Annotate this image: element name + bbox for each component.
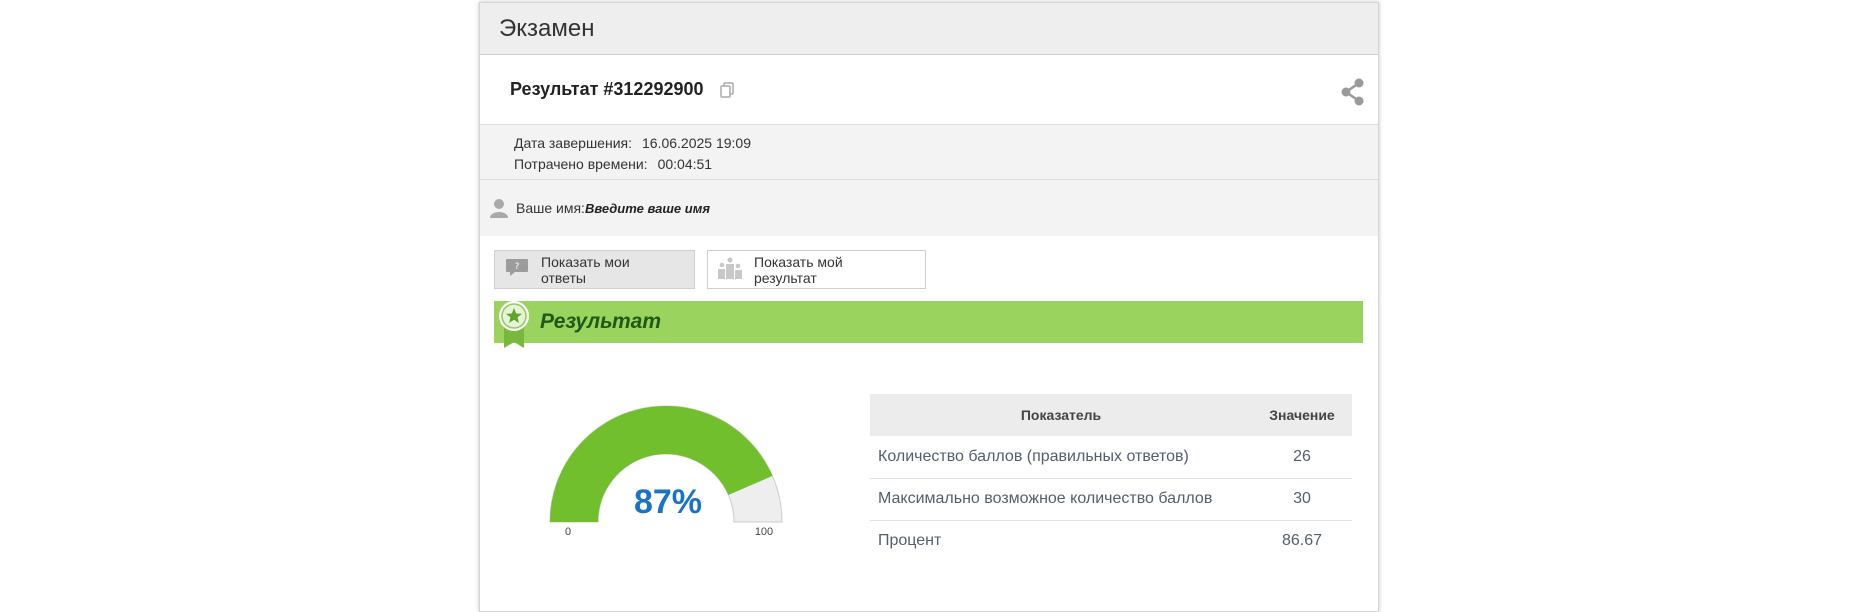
show-answers-label: Показать мои ответы bbox=[541, 253, 630, 286]
finished-label: Дата завершения: bbox=[514, 135, 632, 151]
gauge-percent-label: 87% bbox=[634, 483, 702, 521]
table-header-value: Значение bbox=[1252, 394, 1352, 436]
table-cell-value: 30 bbox=[1252, 478, 1352, 521]
share-icon[interactable] bbox=[1340, 78, 1366, 106]
finished-line: Дата завершения: 16.06.2025 19:09 bbox=[514, 133, 1378, 154]
name-row: Ваше имя: Введите ваше имя bbox=[480, 180, 1378, 236]
award-ribbon-icon bbox=[498, 300, 530, 354]
score-table: Показатель Значение Количество баллов (п… bbox=[870, 394, 1352, 562]
time-label: Потрачено времени: bbox=[514, 156, 648, 172]
svg-text:?: ? bbox=[515, 262, 520, 272]
score-gauge: 87% 0 100 bbox=[549, 405, 783, 538]
time-line: Потрачено времени: 00:04:51 bbox=[514, 154, 1378, 175]
person-icon bbox=[490, 198, 508, 218]
table-cell-indicator: Процент bbox=[878, 532, 942, 550]
table-row: Количество баллов (правильных ответов) 2… bbox=[870, 436, 1352, 479]
copy-icon[interactable] bbox=[719, 81, 734, 98]
gauge-max-label: 100 bbox=[755, 526, 773, 538]
banner-title: Результат bbox=[540, 310, 662, 333]
table-row: Максимально возможное количество баллов … bbox=[870, 478, 1352, 521]
time-value: 00:04:51 bbox=[657, 156, 713, 172]
panel-header: Экзамен bbox=[480, 3, 1378, 55]
table-cell-value: 86.67 bbox=[1281, 532, 1323, 550]
show-result-button[interactable]: Показать мой результат bbox=[707, 250, 926, 289]
exam-panel: Экзамен Результат #312292900 Дата заверш… bbox=[479, 2, 1379, 612]
question-bubble-icon: ? bbox=[505, 258, 529, 281]
name-input[interactable]: Введите ваше имя bbox=[585, 201, 710, 216]
table-cell-value: 26 bbox=[1252, 436, 1352, 479]
table-row: Процент 86.67 bbox=[870, 520, 1352, 562]
podium-icon bbox=[718, 257, 742, 282]
table-header-row: Показатель Значение bbox=[870, 394, 1352, 436]
result-id: Результат #312292900 bbox=[510, 79, 704, 99]
gauge-min-label: 0 bbox=[565, 526, 571, 538]
show-answers-button[interactable]: ? Показать мои ответы bbox=[494, 250, 695, 289]
result-banner: Результат bbox=[494, 301, 1363, 348]
panel-title: Экзамен bbox=[499, 14, 595, 42]
result-header: Результат #312292900 bbox=[480, 55, 1378, 125]
table-cell-indicator: Количество баллов (правильных ответов) bbox=[870, 436, 1252, 479]
action-buttons: ? Показать мои ответы Показать мой резул… bbox=[494, 250, 926, 289]
show-result-label: Показать мой результат bbox=[754, 253, 843, 286]
result-meta: Дата завершения: 16.06.2025 19:09 Потраче… bbox=[480, 125, 1378, 180]
table-cell-indicator: Максимально возможное количество баллов bbox=[870, 478, 1252, 521]
finished-value: 16.06.2025 19:09 bbox=[642, 135, 751, 151]
name-label: Ваше имя: bbox=[516, 200, 585, 216]
table-header-indicator: Показатель bbox=[870, 394, 1252, 436]
